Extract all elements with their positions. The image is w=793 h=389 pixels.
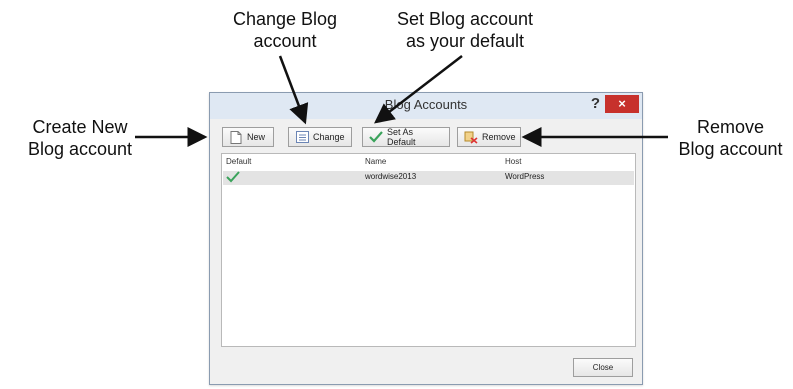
accounts-list[interactable]: Default Name Host wordwise2013 WordPress [221, 153, 636, 347]
properties-icon [295, 130, 309, 144]
title-bar: Blog Accounts ? × [210, 93, 642, 119]
callout-remove: Remove Blog account [678, 117, 783, 159]
account-name: wordwise2013 [365, 172, 417, 181]
set-as-default-button[interactable]: Set As Default [362, 127, 450, 147]
checkmark-icon [369, 130, 383, 144]
column-header-name: Name [365, 157, 387, 166]
set-as-default-label: Set As Default [387, 127, 416, 147]
column-header-default: Default [226, 157, 252, 166]
close-button[interactable]: Close [573, 358, 633, 377]
account-host: WordPress [505, 172, 545, 181]
new-button[interactable]: New [222, 127, 274, 147]
callout-change-blog-account: Change Blog account [232, 9, 338, 51]
help-button[interactable]: ? [591, 95, 600, 112]
dialog-title: Blog Accounts [384, 97, 468, 112]
callout-create-new: Create New Blog account [27, 117, 133, 159]
remove-button[interactable]: Remove [457, 127, 521, 147]
new-document-icon [229, 130, 243, 144]
window-close-button[interactable]: × [605, 95, 639, 113]
blog-accounts-dialog: Blog Accounts ? × New Change Set As Defa… [209, 92, 643, 385]
change-button-label: Change [313, 132, 345, 142]
table-row[interactable]: wordwise2013 WordPress [223, 171, 634, 185]
column-header-host: Host [505, 157, 522, 166]
default-checkmark-icon [226, 171, 240, 185]
remove-button-label: Remove [482, 132, 516, 142]
remove-icon [464, 130, 478, 144]
new-button-label: New [247, 132, 266, 142]
callout-set-default: Set Blog account as your default [396, 9, 534, 51]
change-button[interactable]: Change [288, 127, 352, 147]
